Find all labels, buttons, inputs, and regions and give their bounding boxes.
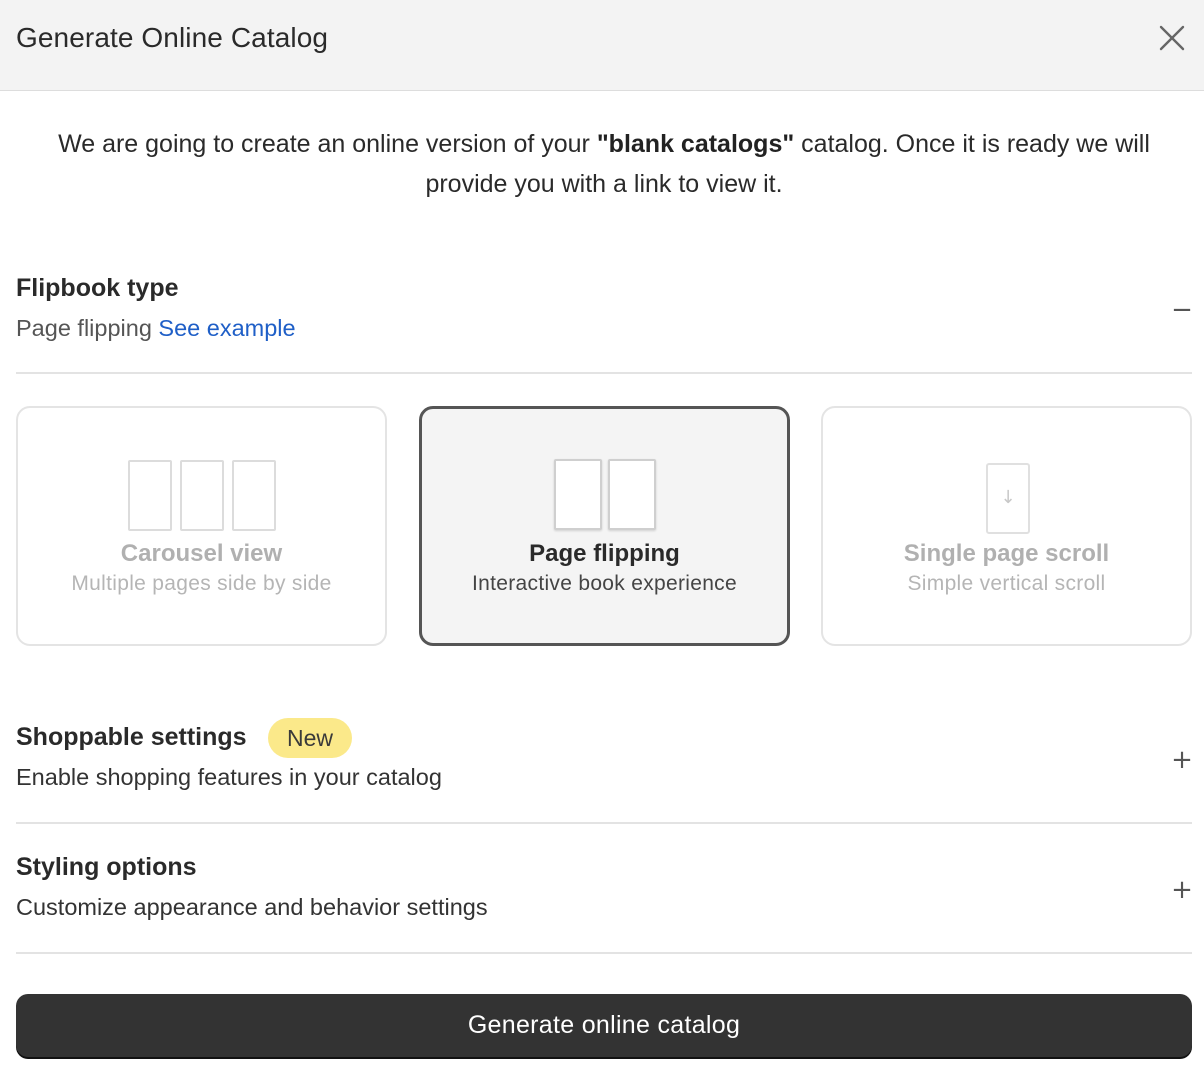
option-title: Carousel view [120,540,283,567]
dialog-header: Generate Online Catalog [0,0,1204,91]
option-description: Interactive book experience [472,572,737,595]
flipbook-type-title: Flipbook type [16,274,179,302]
option-card-single-scroll[interactable]: ↓ Single page scroll Simple vertical scr… [821,406,1192,646]
styling-options-description: Customize appearance and behavior settin… [16,894,488,920]
flipbook-type-summary: Page flipping See example [16,315,296,342]
divider [16,372,1192,374]
styling-options-title: Styling options [16,853,197,881]
dialog-title: Generate Online Catalog [16,22,329,53]
option-card-page-flipping[interactable]: Page flipping Interactive book experienc… [419,406,790,646]
shoppable-settings-description: Enable shopping features in your catalog [16,764,442,790]
intro-before: We are going to create an online version… [58,130,597,158]
flipbook-collapse-button[interactable]: − [1168,296,1196,324]
new-badge: New [268,718,352,758]
styling-expand-button[interactable]: + [1168,876,1196,904]
shoppable-settings-title: Shoppable settings [16,723,247,751]
divider [16,952,1192,954]
divider [16,822,1192,824]
option-title: Single page scroll [903,540,1110,567]
option-card-carousel[interactable]: Carousel view Multiple pages side by sid… [16,406,387,646]
arrow-down-icon: ↓ [1000,487,1016,508]
generate-online-catalog-button[interactable]: Generate online catalog [16,994,1192,1057]
option-title: Page flipping [529,540,680,567]
catalog-name: "blank catalogs" [596,130,795,158]
close-icon [1159,25,1185,51]
shoppable-expand-button[interactable]: + [1168,746,1196,774]
close-button[interactable] [1156,22,1188,54]
flipbook-selected-label: Page flipping [16,315,152,341]
see-example-link[interactable]: See example [158,315,295,341]
option-description: Multiple pages side by side [71,572,332,595]
scroll-page-icon: ↓ [986,463,1030,534]
intro-text: We are going to create an online version… [16,124,1192,204]
option-description: Simple vertical scroll [907,572,1106,595]
